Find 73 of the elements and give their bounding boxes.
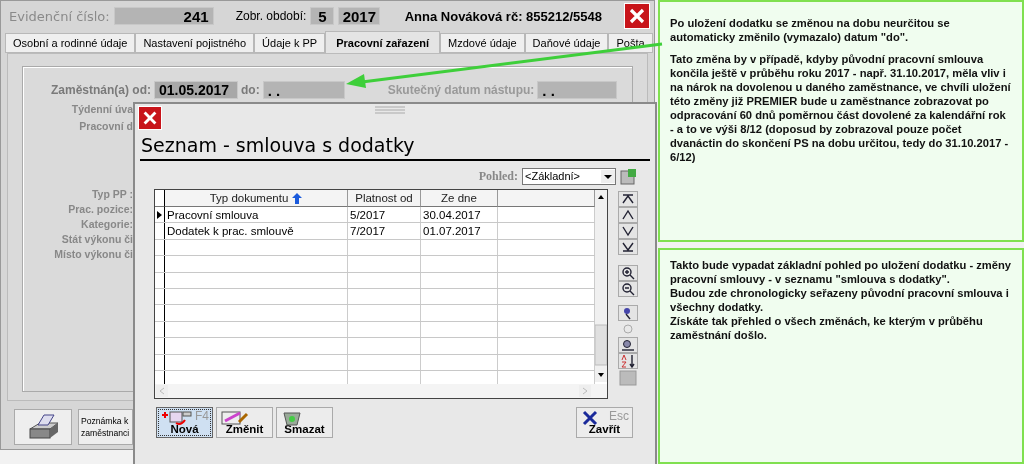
table-cell: 7/2017	[348, 223, 421, 239]
sort-icon[interactable]	[618, 353, 638, 369]
employed-from-field: 01.05.2017	[154, 81, 238, 99]
note-text: Takto bude vypadat základní pohled po uložení dodatku - změny pracovní smlouvy - v seznamu "smlouva s dodatky".	[670, 258, 1012, 286]
row-pointer-icon	[157, 210, 162, 219]
employee-name: Anna Nováková rč: 855212/5548	[404, 8, 602, 24]
field-label: Týdenní úva	[71, 103, 133, 115]
shortcut-key: Esc	[609, 409, 629, 423]
close-icon	[627, 6, 647, 26]
first-record-icon[interactable]	[618, 191, 638, 207]
note-text: Tato změna by v případě, kdyby původní pracovní smlouva končila ještě v průběhu roku 2017 - např. 31.10.2017, měla vliv i na nárok na dovolenou u daného zaměstnance, ve chvíli uložení této změny již PREMIER bude u zaměstnance zobrazovat po odpracování 60 dnů poměrnou část dovolené za kalendářní rok - a to ve výši 8/12 (doposud by zobrazoval pouze počet dvanáctin do skončení PS na dobu určitou, tedy do 31.10.2017 - 6/12)	[670, 52, 1012, 164]
field-label: Pracovní d	[79, 120, 133, 132]
field-label: Prac. pozice:	[68, 203, 133, 215]
evidence-field: 241	[113, 7, 214, 25]
period-label: Zobr. období:	[235, 9, 307, 23]
start-date-label: Skutečný datum nástupu:	[387, 83, 535, 97]
dialog-title: Seznam - smlouva s dodatky	[140, 134, 650, 161]
delete-button[interactable]: Smazat	[276, 407, 333, 438]
field-label: Stát výkonu či	[61, 233, 133, 245]
zoom-in-icon[interactable]	[618, 265, 638, 281]
sort-arrow-icon	[292, 192, 303, 204]
next-record-icon[interactable]	[618, 223, 638, 239]
close-button[interactable]: Esc Zavřít	[576, 407, 633, 438]
view-select[interactable]: <Základní>	[522, 167, 616, 185]
field-label: Kategorie:	[81, 218, 133, 230]
trash-icon	[281, 410, 303, 426]
edit-grid-icon	[221, 410, 249, 426]
employed-to-label: do:	[241, 83, 260, 97]
table-cell: Dodatek k prac. smlouvě	[165, 223, 348, 239]
tab[interactable]: Údaje k PP	[254, 33, 326, 53]
close-button[interactable]	[138, 106, 162, 130]
note-text: Budou zde chronologicky seřazeny původní pracovní smlouva i všechny dodatky.	[670, 286, 1010, 314]
note-button[interactable]: Poznámka k zaměstnanci	[78, 409, 133, 445]
field-label: Místo výkonu či	[54, 248, 133, 260]
table-row[interactable]: Dodatek k prac. smlouvě 7/2017 01.07.2017	[155, 223, 595, 240]
tab[interactable]: Mzdové údaje	[440, 33, 525, 53]
employed-from-label: Zaměstnán(a) od:	[51, 83, 151, 97]
note-text: Po uložení dodatku se změnou na dobu neurčitou se automaticky změnilo (vymazalo) datum "do".	[670, 16, 951, 44]
new-button[interactable]: F4 Nová	[156, 407, 213, 438]
print-button[interactable]	[14, 409, 72, 445]
column-header[interactable]: Ze dne	[421, 190, 498, 207]
last-record-icon[interactable]	[618, 239, 638, 255]
tab[interactable]: Pracovní zařazení	[325, 31, 441, 53]
vertical-scrollbar[interactable]	[595, 190, 607, 382]
table-cell: 30.04.2017	[421, 207, 498, 223]
table-cell: 5/2017	[348, 207, 421, 223]
column-header[interactable]: Platnost od	[348, 190, 421, 207]
employed-to-field: . .	[262, 81, 345, 99]
table-cell: 01.07.2017	[421, 223, 498, 239]
table-row[interactable]: Pracovní smlouva 5/2017 30.04.2017	[155, 207, 595, 224]
add-screen-icon	[161, 410, 193, 426]
field-label: Typ PP :	[91, 188, 133, 200]
previous-record-icon[interactable]	[618, 207, 638, 223]
shortcut-key: F4	[195, 409, 209, 423]
period-year-field: 2017	[338, 7, 381, 25]
close-button[interactable]	[624, 3, 650, 29]
column-header[interactable]: Typ dokumentu	[165, 190, 348, 207]
view-label: Pohled:	[478, 168, 518, 184]
drag-grip-icon[interactable]	[375, 106, 405, 114]
edit-button[interactable]: Změnit	[216, 407, 273, 438]
table-cell: Pracovní smlouva	[165, 207, 348, 223]
tab[interactable]: Osobní a rodinné údaje	[5, 33, 136, 53]
start-date-field: . .	[537, 81, 618, 99]
evidence-label: Evidenční číslo:	[9, 8, 110, 24]
horizontal-scrollbar[interactable]	[155, 384, 607, 398]
tab[interactable]: Daňové údaje	[524, 33, 609, 53]
note-text: Získáte tak přehled o všech změnách, ke kterým v průběhu zaměstnání došlo.	[670, 314, 984, 342]
close-icon	[141, 109, 159, 127]
tab[interactable]: Nastavení pojistného	[135, 33, 255, 53]
printer-icon	[26, 413, 60, 441]
period-month-field: 5	[310, 7, 335, 25]
zoom-out-icon[interactable]	[618, 281, 638, 297]
close-icon	[581, 410, 599, 426]
